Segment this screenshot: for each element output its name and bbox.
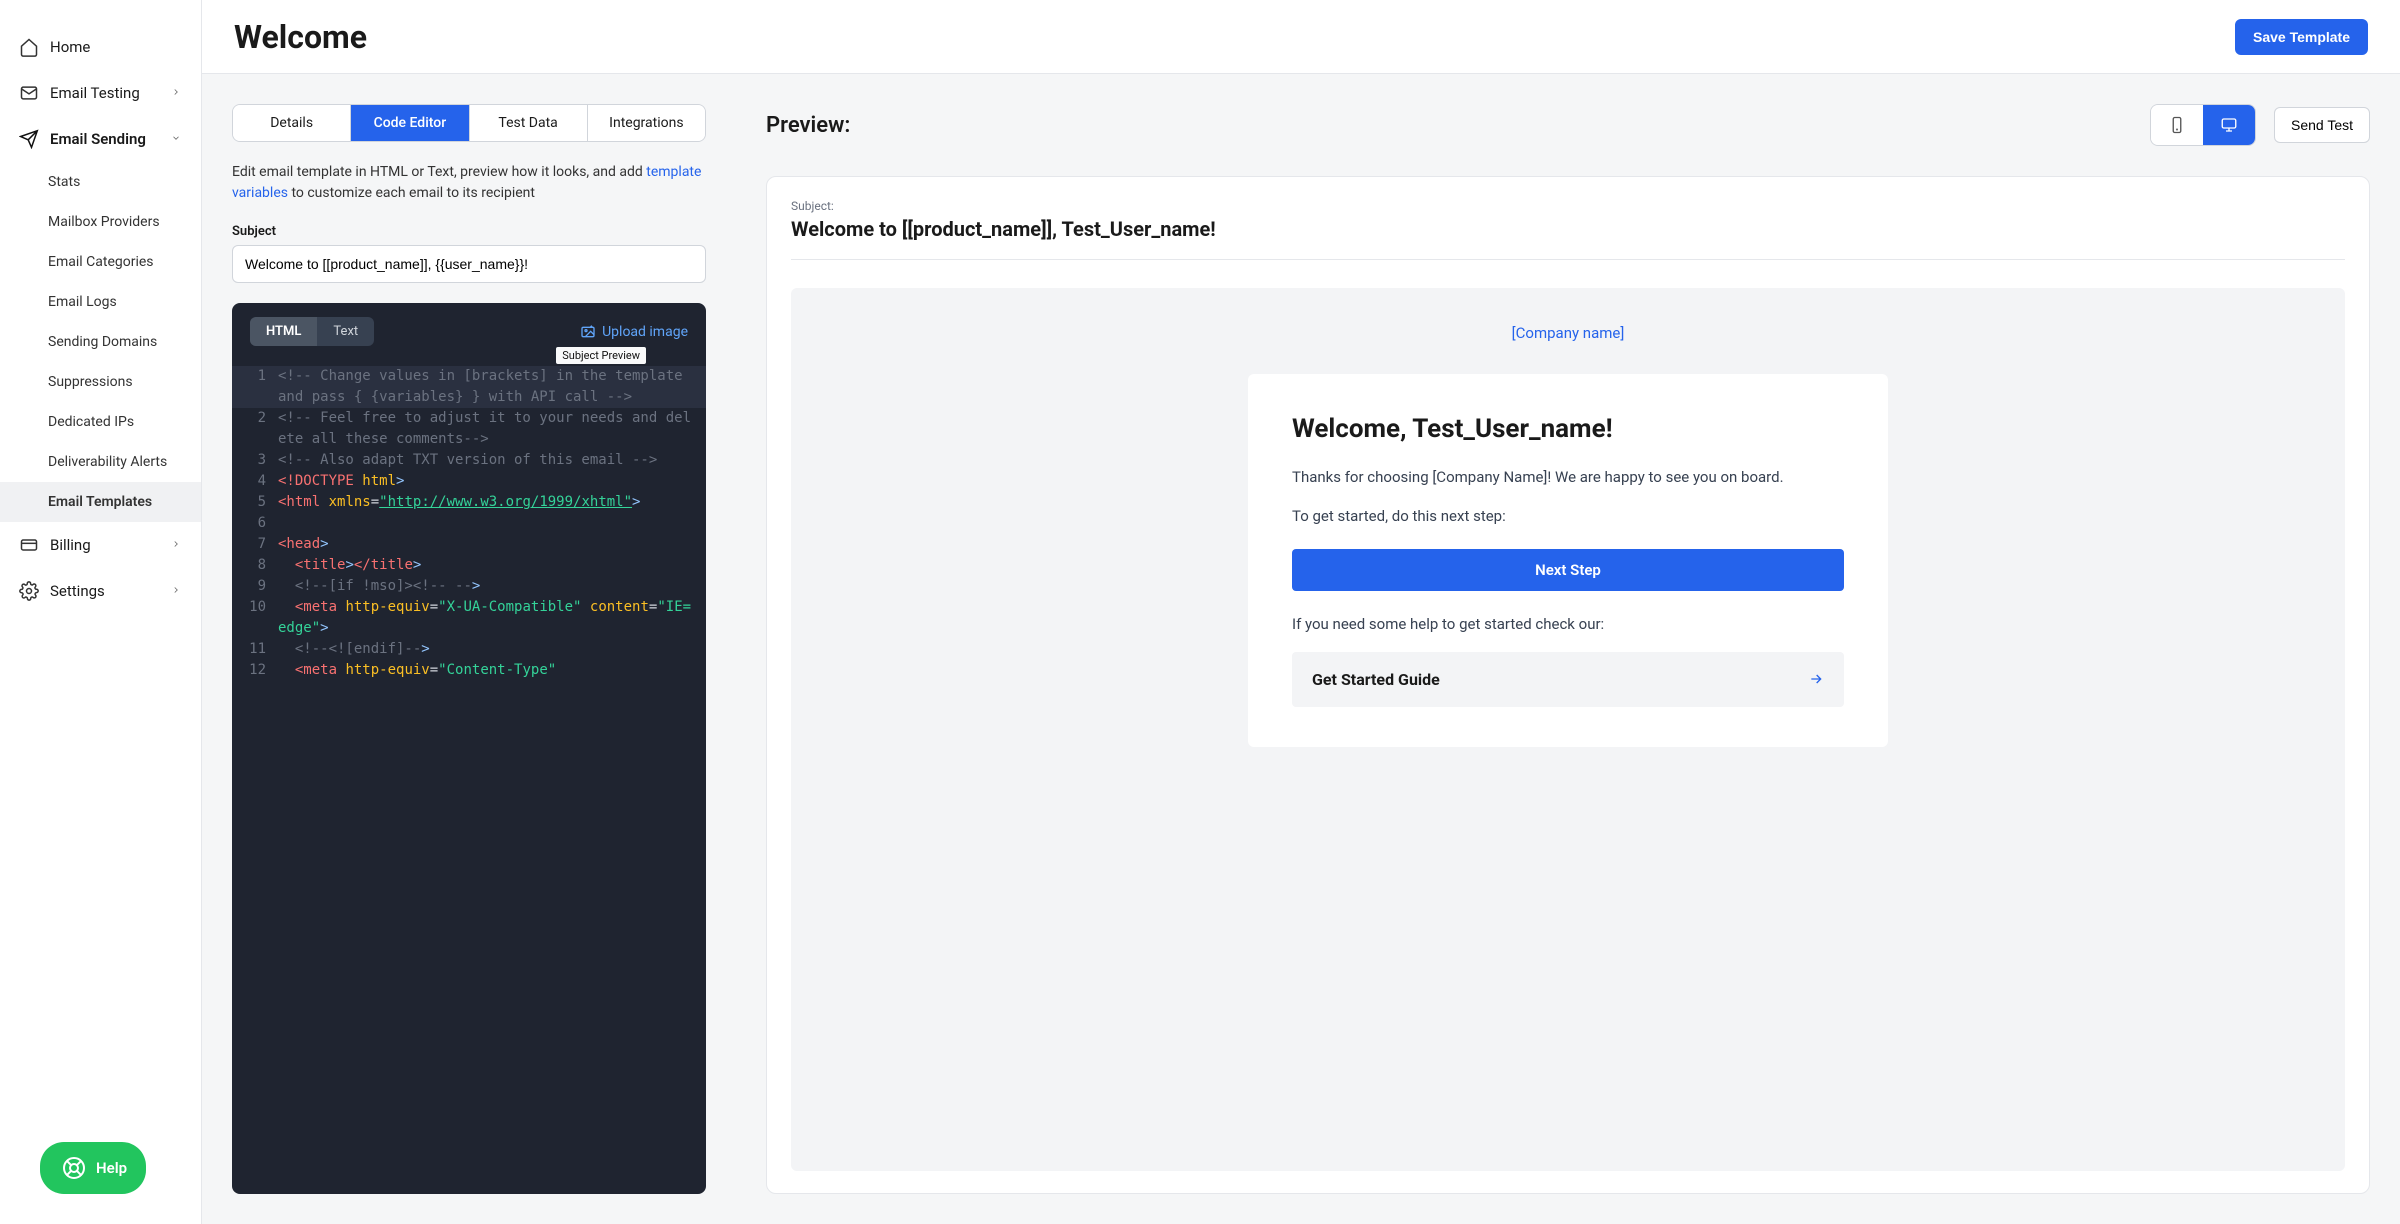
nav-email-sending[interactable]: Email Sending [0,116,201,162]
preview-p2: To get started, do this next step: [1292,505,1844,528]
preview-p3: If you need some help to get started che… [1292,613,1844,636]
code-mode-toggle: HTML Text [250,317,374,346]
preview-header: Preview: Send Test [766,104,2370,146]
nav-billing-label: Billing [50,536,91,554]
nav-billing[interactable]: Billing [0,522,201,568]
home-icon [18,36,40,58]
tab-integrations[interactable]: Integrations [588,105,705,141]
next-step-button[interactable]: Next Step [1292,549,1844,591]
device-toggle [2150,104,2256,146]
chevron-down-icon [171,133,183,145]
nav-dedicated-ips[interactable]: Dedicated IPs [0,402,201,442]
main: Welcome Save Template Details Code Edito… [202,0,2400,1224]
page-title: Welcome [234,18,367,56]
nav-email-testing[interactable]: Email Testing [0,70,201,116]
topbar: Welcome Save Template [202,0,2400,74]
nav-home-label: Home [50,38,90,56]
lifebuoy-icon [62,1156,86,1180]
chevron-right-icon [171,539,183,551]
get-started-guide-label: Get Started Guide [1312,670,1440,689]
editor-panel: Details Code Editor Test Data Integratio… [202,74,736,1224]
preview-title: Preview: [766,113,850,138]
billing-icon [18,534,40,556]
text-mode-button[interactable]: Text [317,317,374,346]
save-template-button[interactable]: Save Template [2235,19,2368,55]
nav-email-testing-label: Email Testing [50,84,140,102]
workspace: Details Code Editor Test Data Integratio… [202,74,2400,1224]
nav-deliverability-alerts[interactable]: Deliverability Alerts [0,442,201,482]
nav-email-sending-label: Email Sending [50,130,146,148]
code-editor-box: HTML Text Upload image Subject Preview 1… [232,303,706,1194]
preview-subject-label: Subject: [791,199,2345,213]
preview-body: [Company name] Welcome, Test_User_name! … [791,288,2345,1171]
edit-note: Edit email template in HTML or Text, pre… [232,162,706,204]
gear-icon [18,580,40,602]
nav-sending-domains[interactable]: Sending Domains [0,322,201,362]
subject-input[interactable] [232,245,706,283]
subject-preview-tooltip: Subject Preview [556,347,646,364]
sidebar: Home Email Testing Email Sending Stats M… [0,0,202,1224]
nav-email-templates[interactable]: Email Templates [0,482,201,522]
code-text-area[interactable]: 1<!-- Change values in [brackets] in the… [232,352,706,1194]
preview-card: Welcome, Test_User_name! Thanks for choo… [1248,374,1888,747]
nav-email-logs[interactable]: Email Logs [0,282,201,322]
upload-image-link[interactable]: Upload image [580,324,688,340]
tab-test-data[interactable]: Test Data [470,105,588,141]
arrow-right-icon [1808,671,1824,687]
send-test-button[interactable]: Send Test [2274,107,2370,143]
preview-subject: Welcome to [[product_name]], Test_User_n… [791,217,2345,241]
paper-plane-icon [18,128,40,150]
preview-divider [791,259,2345,260]
envelope-icon [18,82,40,104]
nav-settings-label: Settings [50,582,105,600]
subject-label: Subject [232,224,706,239]
get-started-guide-row[interactable]: Get Started Guide [1292,652,1844,707]
upload-icon [580,324,596,340]
tab-code-editor[interactable]: Code Editor [351,105,469,141]
nav-suppressions[interactable]: Suppressions [0,362,201,402]
preview-p1: Thanks for choosing [Company Name]! We a… [1292,466,1844,489]
html-mode-button[interactable]: HTML [250,317,317,346]
nav-stats[interactable]: Stats [0,162,201,202]
chevron-right-icon [171,585,183,597]
desktop-preview-button[interactable] [2203,105,2255,145]
help-button[interactable]: Help [40,1142,146,1194]
mobile-preview-button[interactable] [2151,105,2203,145]
editor-tabs: Details Code Editor Test Data Integratio… [232,104,706,142]
nav-email-categories[interactable]: Email Categories [0,242,201,282]
preview-panel: Preview: Send Test Subject: Welcome to [… [736,74,2400,1224]
code-toolbar: HTML Text Upload image [232,303,706,352]
preview-frame: Subject: Welcome to [[product_name]], Te… [766,176,2370,1194]
help-label: Help [96,1159,127,1177]
nav-home[interactable]: Home [0,24,201,70]
chevron-right-icon [171,87,183,99]
preview-heading: Welcome, Test_User_name! [1292,414,1844,444]
nav-mailbox-providers[interactable]: Mailbox Providers [0,202,201,242]
tab-details[interactable]: Details [233,105,351,141]
nav-settings[interactable]: Settings [0,568,201,614]
preview-brand: [Company name] [827,324,2309,342]
